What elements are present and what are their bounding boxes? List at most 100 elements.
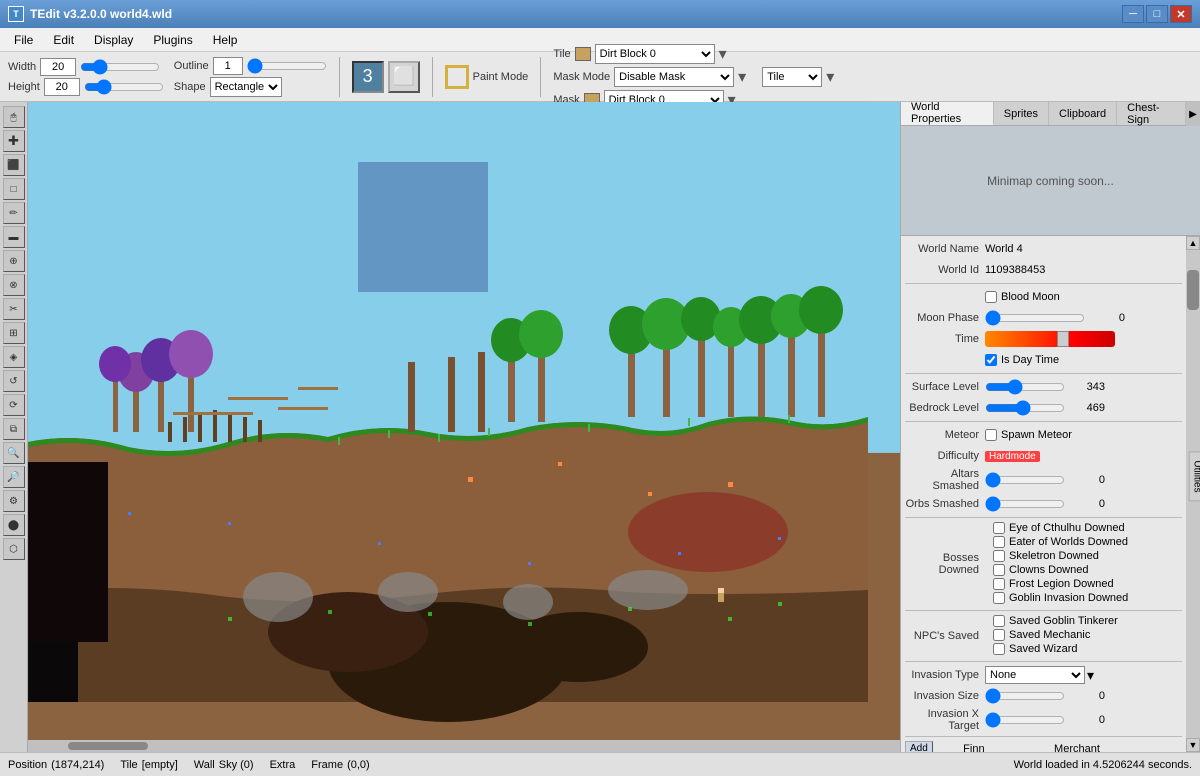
tab-sprites[interactable]: Sprites — [994, 102, 1049, 125]
boss-eye-checkbox[interactable] — [993, 522, 1005, 534]
window-controls[interactable]: ─ □ ✕ — [1122, 5, 1192, 23]
bedrock-level-slider[interactable] — [985, 402, 1065, 414]
meteor-checkbox[interactable] — [985, 429, 997, 441]
outline-input[interactable] — [213, 57, 243, 75]
surface-level-slider[interactable] — [985, 381, 1065, 393]
menu-file[interactable]: File — [4, 31, 43, 49]
width-input[interactable] — [40, 58, 76, 76]
left-tool-13[interactable]: ⟳ — [3, 394, 25, 416]
left-tool-11[interactable]: ◈ — [3, 346, 25, 368]
orbs-smashed-label: Orbs Smashed — [905, 498, 985, 510]
left-tool-3[interactable]: ⬛ — [3, 154, 25, 176]
tile-extra-select[interactable]: Tile — [762, 67, 822, 87]
vscroll-up-btn[interactable]: ▲ — [1186, 236, 1200, 250]
width-slider[interactable] — [80, 60, 160, 74]
invasion-type-select[interactable]: None Goblin Army — [985, 666, 1085, 684]
world-view — [28, 102, 900, 740]
mask-mode-dropdown-btn[interactable]: ▾ — [738, 67, 746, 87]
left-tool-1[interactable]: 🖱 — [3, 106, 25, 128]
world-canvas-area[interactable] — [28, 102, 900, 740]
tab-clipboard[interactable]: Clipboard — [1049, 102, 1117, 125]
brush-tool-btn[interactable]: 3 — [352, 61, 384, 93]
boss-frost-checkbox[interactable] — [993, 578, 1005, 590]
altars-smashed-slider[interactable] — [985, 474, 1065, 486]
vscroll-thumb[interactable] — [1187, 270, 1199, 310]
paint-mode-label: Paint Mode — [473, 71, 529, 83]
boss-eow-label: Eater of Worlds Downed — [1009, 536, 1128, 548]
left-tool-fill[interactable]: ⬤ — [3, 514, 25, 536]
bosses-section: Eye of Cthulhu Downed Eater of Worlds Do… — [985, 522, 1128, 606]
vscroll-down-btn[interactable]: ▼ — [1186, 738, 1200, 752]
tile-dropdown-btn[interactable]: ▾ — [719, 44, 727, 64]
tile-extra-dropdown-btn[interactable]: ▾ — [826, 67, 834, 87]
npc-goblin-tinkerer-checkbox[interactable] — [993, 615, 1005, 627]
tabs-arrow[interactable]: ▶ — [1186, 102, 1200, 126]
eraser-tool-btn[interactable]: ⬜ — [388, 61, 420, 93]
tab-chest-sign[interactable]: Chest-Sign — [1117, 102, 1186, 125]
boss-goblin-checkbox[interactable] — [993, 592, 1005, 604]
menu-help[interactable]: Help — [203, 31, 248, 49]
minimize-button[interactable]: ─ — [1122, 5, 1144, 23]
frame-value: (0,0) — [347, 759, 370, 771]
mask-mode-label: Mask Mode — [553, 71, 610, 83]
mask-mode-select[interactable]: Disable Mask Match Tile — [614, 67, 734, 87]
boss-eow-checkbox[interactable] — [993, 536, 1005, 548]
spawn-meteor-label: Spawn Meteor — [1001, 429, 1072, 441]
frame-label: Frame — [311, 759, 343, 771]
time-row: Time — [905, 330, 1182, 348]
height-slider[interactable] — [84, 80, 164, 94]
moon-phase-slider[interactable] — [985, 312, 1085, 324]
utilities-tab[interactable]: Utilities — [1188, 452, 1200, 502]
orbs-smashed-slider[interactable] — [985, 498, 1065, 510]
boss-skeletron-checkbox[interactable] — [993, 550, 1005, 562]
npc-finn-role: Merchant — [1054, 741, 1182, 752]
altars-smashed-row: Altars Smashed 0 — [905, 468, 1182, 492]
left-tool-zoom-out[interactable]: 🔎 — [3, 466, 25, 488]
npc-wizard-checkbox[interactable] — [993, 643, 1005, 655]
canvas-hscroll-thumb[interactable] — [68, 742, 148, 750]
height-input[interactable] — [44, 78, 80, 96]
is-day-checkbox[interactable] — [985, 354, 997, 366]
tab-world-properties[interactable]: World Properties — [901, 102, 994, 125]
menu-plugins[interactable]: Plugins — [143, 31, 202, 49]
left-tool-9[interactable]: ✂ — [3, 298, 25, 320]
left-tool-5[interactable]: ✏ — [3, 202, 25, 224]
blood-moon-checkbox[interactable] — [985, 291, 997, 303]
left-tool-2[interactable]: ✚ — [3, 130, 25, 152]
orbs-smashed-value: 0 — [1065, 498, 1105, 510]
boss-clowns-checkbox[interactable] — [993, 564, 1005, 576]
left-tool-settings[interactable]: ⚙ — [3, 490, 25, 512]
divider-4 — [905, 517, 1182, 518]
close-button[interactable]: ✕ — [1170, 5, 1192, 23]
time-thumb[interactable] — [1057, 331, 1069, 347]
invasion-type-dropdown-btn[interactable]: ▾ — [1087, 667, 1094, 684]
left-tool-10[interactable]: ⊞ — [3, 322, 25, 344]
titlebar: T TEdit v3.2.0.0 world4.wld ─ □ ✕ — [0, 0, 1200, 28]
maximize-button[interactable]: □ — [1146, 5, 1168, 23]
canvas-horizontal-scrollbar[interactable] — [28, 740, 900, 752]
invasion-x-slider[interactable] — [985, 714, 1065, 726]
left-tool-zoom-in[interactable]: 🔍 — [3, 442, 25, 464]
invasion-size-slider[interactable] — [985, 690, 1065, 702]
orbs-smashed-row: Orbs Smashed 0 — [905, 495, 1182, 513]
npc-finn-add-btn[interactable]: Add — [905, 741, 933, 752]
left-tool-8[interactable]: ⊗ — [3, 274, 25, 296]
difficulty-row: Difficulty Hardmode — [905, 447, 1182, 465]
npc-mechanic-checkbox[interactable] — [993, 629, 1005, 641]
toolbar-group-outline: Outline Shape Rectangle Ellipse — [174, 57, 327, 97]
time-slider[interactable] — [985, 331, 1115, 347]
left-tool-12[interactable]: ↺ — [3, 370, 25, 392]
outline-slider[interactable] — [247, 59, 327, 73]
left-tool-14[interactable]: ⧉ — [3, 418, 25, 440]
tile-select[interactable]: Dirt Block 0 — [595, 44, 715, 64]
menu-display[interactable]: Display — [84, 31, 143, 49]
left-tool-6[interactable]: ▬ — [3, 226, 25, 248]
left-tool-4[interactable]: □ — [3, 178, 25, 200]
shape-select[interactable]: Rectangle Ellipse — [210, 77, 282, 97]
left-tool-hex[interactable]: ⬡ — [3, 538, 25, 560]
menu-edit[interactable]: Edit — [43, 31, 84, 49]
meteor-row: Meteor Spawn Meteor — [905, 426, 1182, 444]
tool-buttons: 3 ⬜ — [352, 61, 420, 93]
left-tool-7[interactable]: ⊕ — [3, 250, 25, 272]
invasion-size-value: 0 — [1065, 690, 1105, 702]
